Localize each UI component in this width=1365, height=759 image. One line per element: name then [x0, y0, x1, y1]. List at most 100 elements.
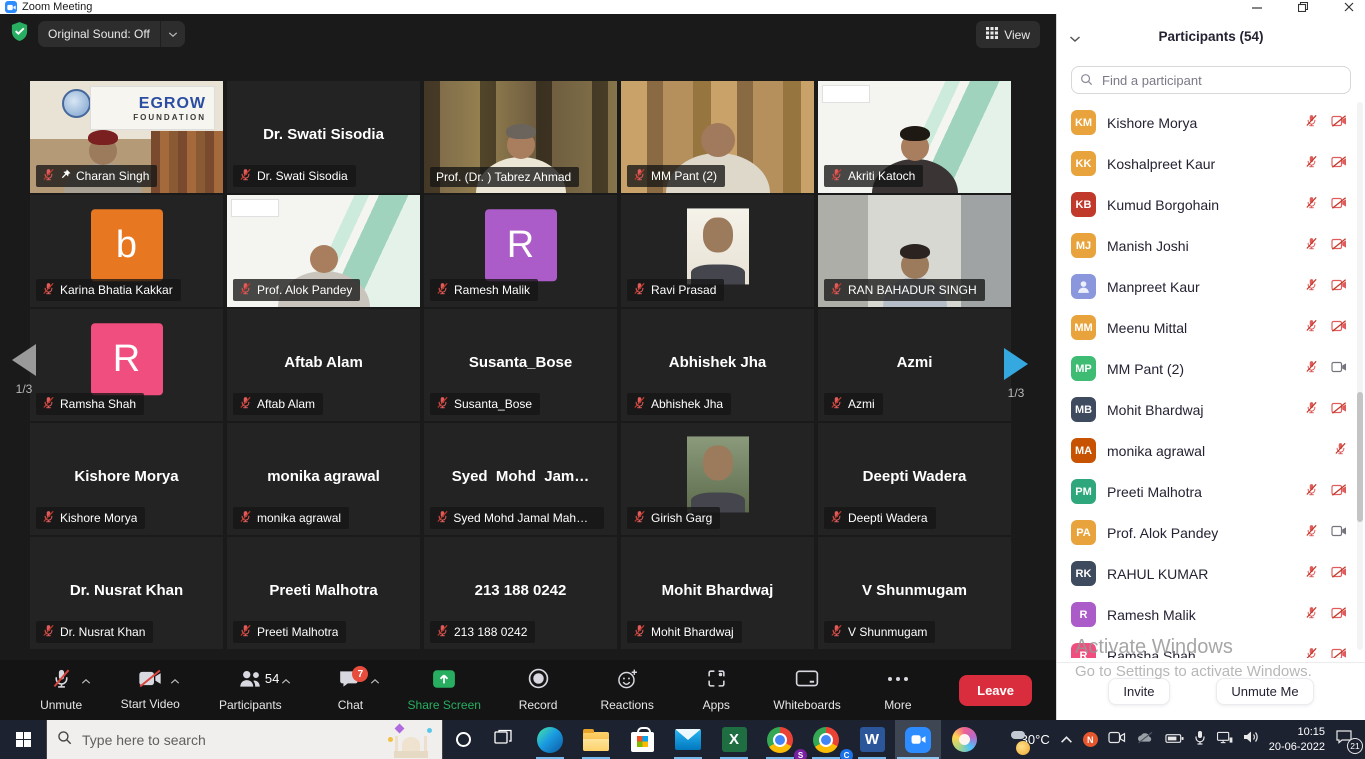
- previous-page-arrow[interactable]: 1/3: [12, 344, 36, 396]
- participant-row[interactable]: MPMM Pant (2): [1057, 348, 1357, 389]
- video-tile[interactable]: Aftab AlamAftab Alam: [227, 309, 420, 421]
- invite-button[interactable]: Invite: [1108, 678, 1169, 705]
- microsoft-store-taskbar-icon[interactable]: [619, 720, 665, 759]
- name-label-text: 213 188 0242: [454, 625, 527, 639]
- participant-row[interactable]: RRamesh Malik: [1057, 594, 1357, 635]
- reactions-button[interactable]: Reactions: [595, 660, 659, 720]
- video-tile[interactable]: Ravi Prasad: [621, 195, 814, 307]
- paint-3d-taskbar-icon[interactable]: [941, 720, 987, 759]
- video-tile[interactable]: Deepti WaderaDeepti Wadera: [818, 423, 1011, 535]
- start-video-button[interactable]: Start Video: [118, 660, 182, 720]
- video-tile[interactable]: 213 188 0242213 188 0242: [424, 537, 617, 649]
- share-screen-button[interactable]: Share Screen: [408, 660, 481, 720]
- participants-button[interactable]: 54 Participants: [207, 660, 293, 720]
- video-tile[interactable]: AzmiAzmi: [818, 309, 1011, 421]
- more-button[interactable]: More: [866, 660, 930, 720]
- participant-row[interactable]: MJManish Joshi: [1057, 225, 1357, 266]
- network-icon[interactable]: [1216, 731, 1233, 749]
- video-tile[interactable]: Dr. Swati SisodiaDr. Swati Sisodia: [227, 81, 420, 193]
- original-sound-dropdown[interactable]: [160, 21, 185, 47]
- video-tile[interactable]: RRamsha Shah: [30, 309, 223, 421]
- taskbar-search-box[interactable]: Type here to search: [46, 720, 443, 759]
- cortana-button[interactable]: [443, 720, 483, 759]
- participant-row[interactable]: PAProf. Alok Pandey: [1057, 512, 1357, 553]
- whiteboards-button[interactable]: Whiteboards: [773, 660, 840, 720]
- taskbar-apps: XSCW: [527, 720, 987, 759]
- name-label: Akriti Katoch: [824, 165, 923, 187]
- close-button[interactable]: [1341, 1, 1357, 13]
- start-button[interactable]: [0, 720, 46, 759]
- participant-row[interactable]: MMMeenu Mittal: [1057, 307, 1357, 348]
- edge-taskbar-icon[interactable]: [527, 720, 573, 759]
- restore-button[interactable]: [1295, 1, 1311, 13]
- video-tile[interactable]: Prof. (Dr. ) Tabrez Ahmad: [424, 81, 617, 193]
- video-tile[interactable]: V ShunmugamV Shunmugam: [818, 537, 1011, 649]
- participant-row[interactable]: MAmonika agrawal: [1057, 430, 1357, 471]
- video-tile[interactable]: RAN BAHADUR SINGH: [818, 195, 1011, 307]
- task-view-button[interactable]: [483, 720, 523, 759]
- audio-options-chevron[interactable]: [81, 672, 91, 690]
- next-page-arrow[interactable]: 1/3: [1004, 348, 1028, 400]
- security-shield-icon[interactable]: [10, 21, 29, 47]
- video-tile[interactable]: Susanta_BoseSusanta_Bose: [424, 309, 617, 421]
- participant-row[interactable]: RRamsha Shah: [1057, 635, 1357, 658]
- participant-row[interactable]: KMKishore Morya: [1057, 102, 1357, 143]
- participant-name: Kishore Morya: [1107, 115, 1290, 131]
- participant-row[interactable]: KKKoshalpreet Kaur: [1057, 143, 1357, 184]
- video-tile[interactable]: Mohit BhardwajMohit Bhardwaj: [621, 537, 814, 649]
- mic-muted-icon: [1334, 442, 1347, 460]
- participant-row[interactable]: Manpreet Kaur: [1057, 266, 1357, 307]
- video-tile[interactable]: Prof. Alok Pandey: [227, 195, 420, 307]
- zoom-taskbar-icon[interactable]: [895, 720, 941, 759]
- chrome-profile-s-taskbar-icon[interactable]: S: [757, 720, 803, 759]
- video-tile[interactable]: Abhishek JhaAbhishek Jha: [621, 309, 814, 421]
- chat-button[interactable]: 7 Chat: [318, 660, 382, 720]
- video-tile[interactable]: EGROWFOUNDATIONCharan Singh: [30, 81, 223, 193]
- video-tile[interactable]: MM Pant (2): [621, 81, 814, 193]
- nordvpn-icon[interactable]: N: [1083, 732, 1098, 747]
- chat-options-chevron[interactable]: [370, 672, 380, 690]
- mic-muted-icon: [633, 624, 646, 640]
- scrollbar-thumb[interactable]: [1357, 392, 1363, 522]
- video-tile[interactable]: Girish Garg: [621, 423, 814, 535]
- video-tile[interactable]: monika agrawalmonika agrawal: [227, 423, 420, 535]
- unmute-me-button[interactable]: Unmute Me: [1216, 678, 1313, 705]
- notification-center-button[interactable]: 21: [1335, 729, 1359, 751]
- video-tile[interactable]: Kishore MoryaKishore Morya: [30, 423, 223, 535]
- meet-now-icon[interactable]: [1108, 731, 1126, 749]
- participant-row[interactable]: RKRAHUL KUMAR: [1057, 553, 1357, 594]
- participants-options-chevron[interactable]: [281, 672, 291, 690]
- original-sound-button[interactable]: Original Sound: Off: [38, 21, 185, 47]
- chevron-up-icon[interactable]: [1060, 731, 1073, 749]
- record-button[interactable]: Record: [506, 660, 570, 720]
- battery-icon[interactable]: [1165, 731, 1184, 749]
- video-tile[interactable]: bKarina Bhatia Kakkar: [30, 195, 223, 307]
- leave-button[interactable]: Leave: [959, 675, 1032, 706]
- participant-row[interactable]: MBMohit Bhardwaj: [1057, 389, 1357, 430]
- panel-collapse-chevron-icon[interactable]: [1069, 30, 1081, 48]
- microphone-icon[interactable]: [1194, 730, 1206, 750]
- chrome-profile-c-taskbar-icon[interactable]: C: [803, 720, 849, 759]
- taskbar-clock[interactable]: 10:1520-06-2022: [1269, 725, 1325, 755]
- minimize-button[interactable]: [1249, 1, 1265, 13]
- unmute-button[interactable]: Unmute: [29, 660, 93, 720]
- excel-taskbar-icon[interactable]: X: [711, 720, 757, 759]
- mail-taskbar-icon[interactable]: [665, 720, 711, 759]
- video-tile[interactable]: Akriti Katoch: [818, 81, 1011, 193]
- apps-button[interactable]: Apps: [684, 660, 748, 720]
- more-label: More: [884, 698, 911, 712]
- view-button[interactable]: View: [976, 21, 1040, 48]
- video-tile[interactable]: Preeti MalhotraPreeti Malhotra: [227, 537, 420, 649]
- find-participant-input[interactable]: [1071, 66, 1351, 94]
- video-options-chevron[interactable]: [170, 672, 180, 690]
- video-tile[interactable]: Dr. Nusrat KhanDr. Nusrat Khan: [30, 537, 223, 649]
- participant-name: Ramesh Malik: [1107, 607, 1290, 623]
- word-taskbar-icon[interactable]: W: [849, 720, 895, 759]
- video-tile[interactable]: Syed Mohd Jam…Syed Mohd Jamal Mahmo...: [424, 423, 617, 535]
- participant-row[interactable]: KBKumud Borgohain: [1057, 184, 1357, 225]
- file-explorer-taskbar-icon[interactable]: [573, 720, 619, 759]
- participant-row[interactable]: PMPreeti Malhotra: [1057, 471, 1357, 512]
- video-tile[interactable]: RRamesh Malik: [424, 195, 617, 307]
- volume-icon[interactable]: [1243, 730, 1259, 749]
- onedrive-icon[interactable]: [1136, 731, 1155, 749]
